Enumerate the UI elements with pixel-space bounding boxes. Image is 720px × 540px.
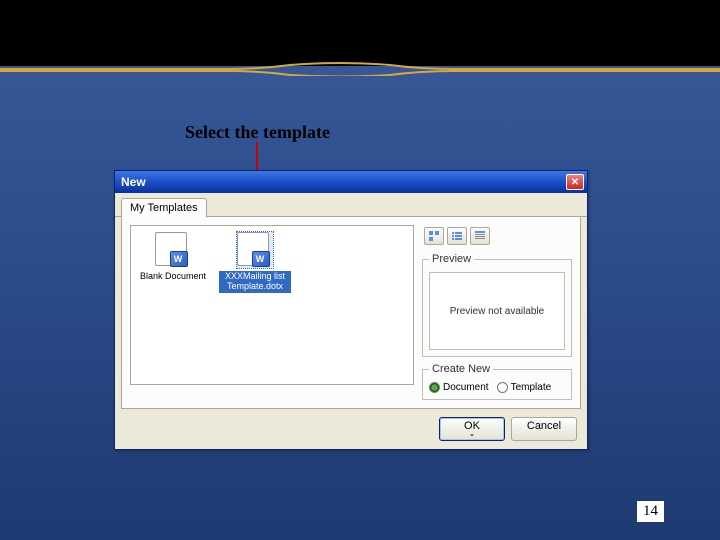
dialog-body: Blank Document XXXMailing list Template.…	[121, 217, 581, 409]
tab-strip: My Templates	[115, 193, 587, 217]
close-icon: ✕	[571, 177, 579, 188]
preview-fieldset: Preview Preview not available	[422, 253, 572, 357]
new-template-dialog: New ✕ My Templates Blank Document XXXMai…	[114, 170, 588, 450]
word-template-icon	[237, 232, 273, 268]
word-doc-icon	[155, 232, 191, 268]
radio-document-label: Document	[443, 382, 489, 393]
close-button[interactable]: ✕	[566, 174, 584, 190]
slide-number: 14	[637, 501, 664, 522]
cancel-button[interactable]: Cancel	[511, 417, 577, 441]
radio-template-input[interactable]	[497, 382, 508, 393]
create-new-legend: Create New	[429, 363, 493, 375]
tab-my-templates[interactable]: My Templates	[121, 198, 207, 218]
radio-template[interactable]: Template	[497, 382, 552, 393]
template-list-pane: Blank Document XXXMailing list Template.…	[130, 225, 414, 385]
slide-title: Filling in a Form Document	[8, 8, 436, 50]
template-label: Blank Document	[138, 271, 208, 283]
template-label: XXXMailing list Template.dotx	[219, 271, 291, 293]
template-item-mailing[interactable]: XXXMailing list Template.dotx	[219, 232, 291, 293]
radio-document[interactable]: Document	[429, 382, 489, 393]
dialog-title: New	[121, 175, 146, 189]
radio-template-label: Template	[511, 382, 552, 393]
details-icon	[474, 230, 486, 242]
large-icons-icon	[428, 230, 440, 242]
callout-annotation: Select the template	[185, 122, 330, 143]
chevron-down-icon: ⌄	[448, 430, 496, 438]
right-pane: Preview Preview not available Create New…	[422, 225, 572, 400]
create-new-fieldset: Create New Document Template	[422, 363, 572, 400]
preview-legend: Preview	[429, 253, 474, 265]
cancel-label: Cancel	[527, 420, 561, 432]
template-item-blank[interactable]: Blank Document	[137, 232, 209, 283]
ok-button[interactable]: OK ⌄	[439, 417, 505, 441]
view-large-icons-button[interactable]	[424, 227, 444, 245]
dialog-footer: OK ⌄ Cancel	[115, 409, 587, 449]
view-details-button[interactable]	[470, 227, 490, 245]
view-mode-buttons	[422, 225, 572, 247]
preview-unavailable-text: Preview not available	[450, 306, 545, 317]
preview-box: Preview not available	[429, 272, 565, 350]
dialog-titlebar[interactable]: New ✕	[115, 171, 587, 193]
radio-document-input[interactable]	[429, 382, 440, 393]
view-list-button[interactable]	[447, 227, 467, 245]
list-icon	[451, 230, 463, 242]
